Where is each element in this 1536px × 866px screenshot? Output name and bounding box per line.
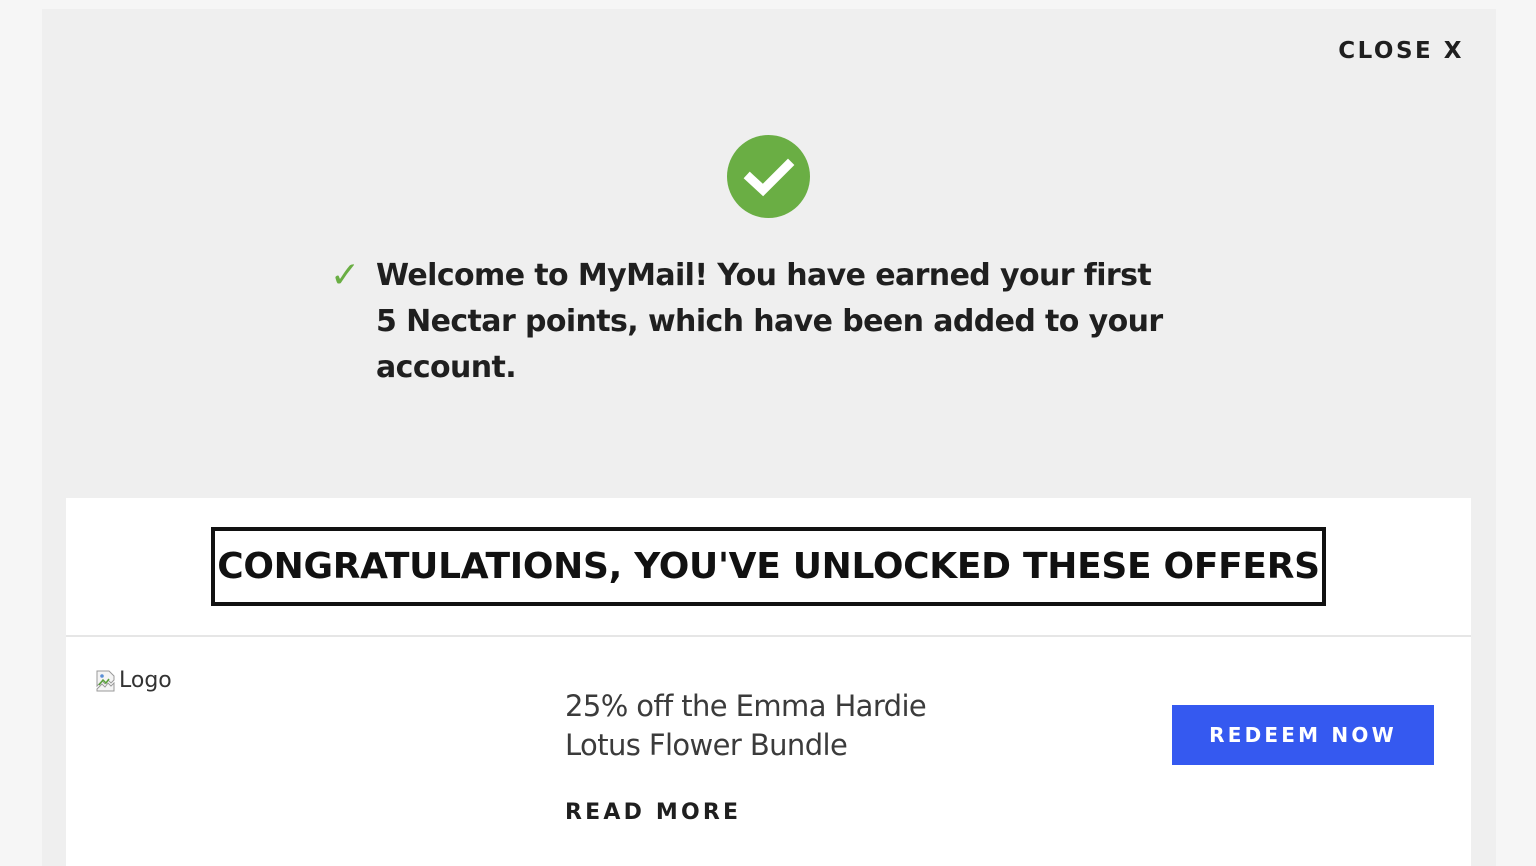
- divider: [66, 635, 1471, 637]
- offer-logo: Logo: [95, 668, 172, 693]
- close-button[interactable]: CLOSE X: [1338, 38, 1464, 64]
- redeem-now-button[interactable]: REDEEM NOW: [1172, 705, 1434, 765]
- welcome-message: Welcome to MyMail! You have earned your …: [376, 258, 1163, 385]
- checkmark-circle-icon: [727, 135, 810, 218]
- check-mark-icon: ✓: [330, 255, 361, 296]
- offer-title: 25% off the Emma Hardie Lotus Flower Bun…: [565, 689, 927, 762]
- offers-panel: CONGRATULATIONS, YOU'VE UNLOCKED THESE O…: [66, 498, 1471, 866]
- read-more-link[interactable]: READ MORE: [565, 800, 741, 825]
- offers-heading: CONGRATULATIONS, YOU'VE UNLOCKED THESE O…: [217, 546, 1320, 587]
- logo-alt-text: Logo: [119, 668, 172, 693]
- success-modal: CLOSE X ✓ Welcome to MyMail! You have ea…: [42, 9, 1496, 866]
- broken-image-icon: [95, 670, 117, 692]
- offers-heading-box: CONGRATULATIONS, YOU'VE UNLOCKED THESE O…: [211, 527, 1326, 606]
